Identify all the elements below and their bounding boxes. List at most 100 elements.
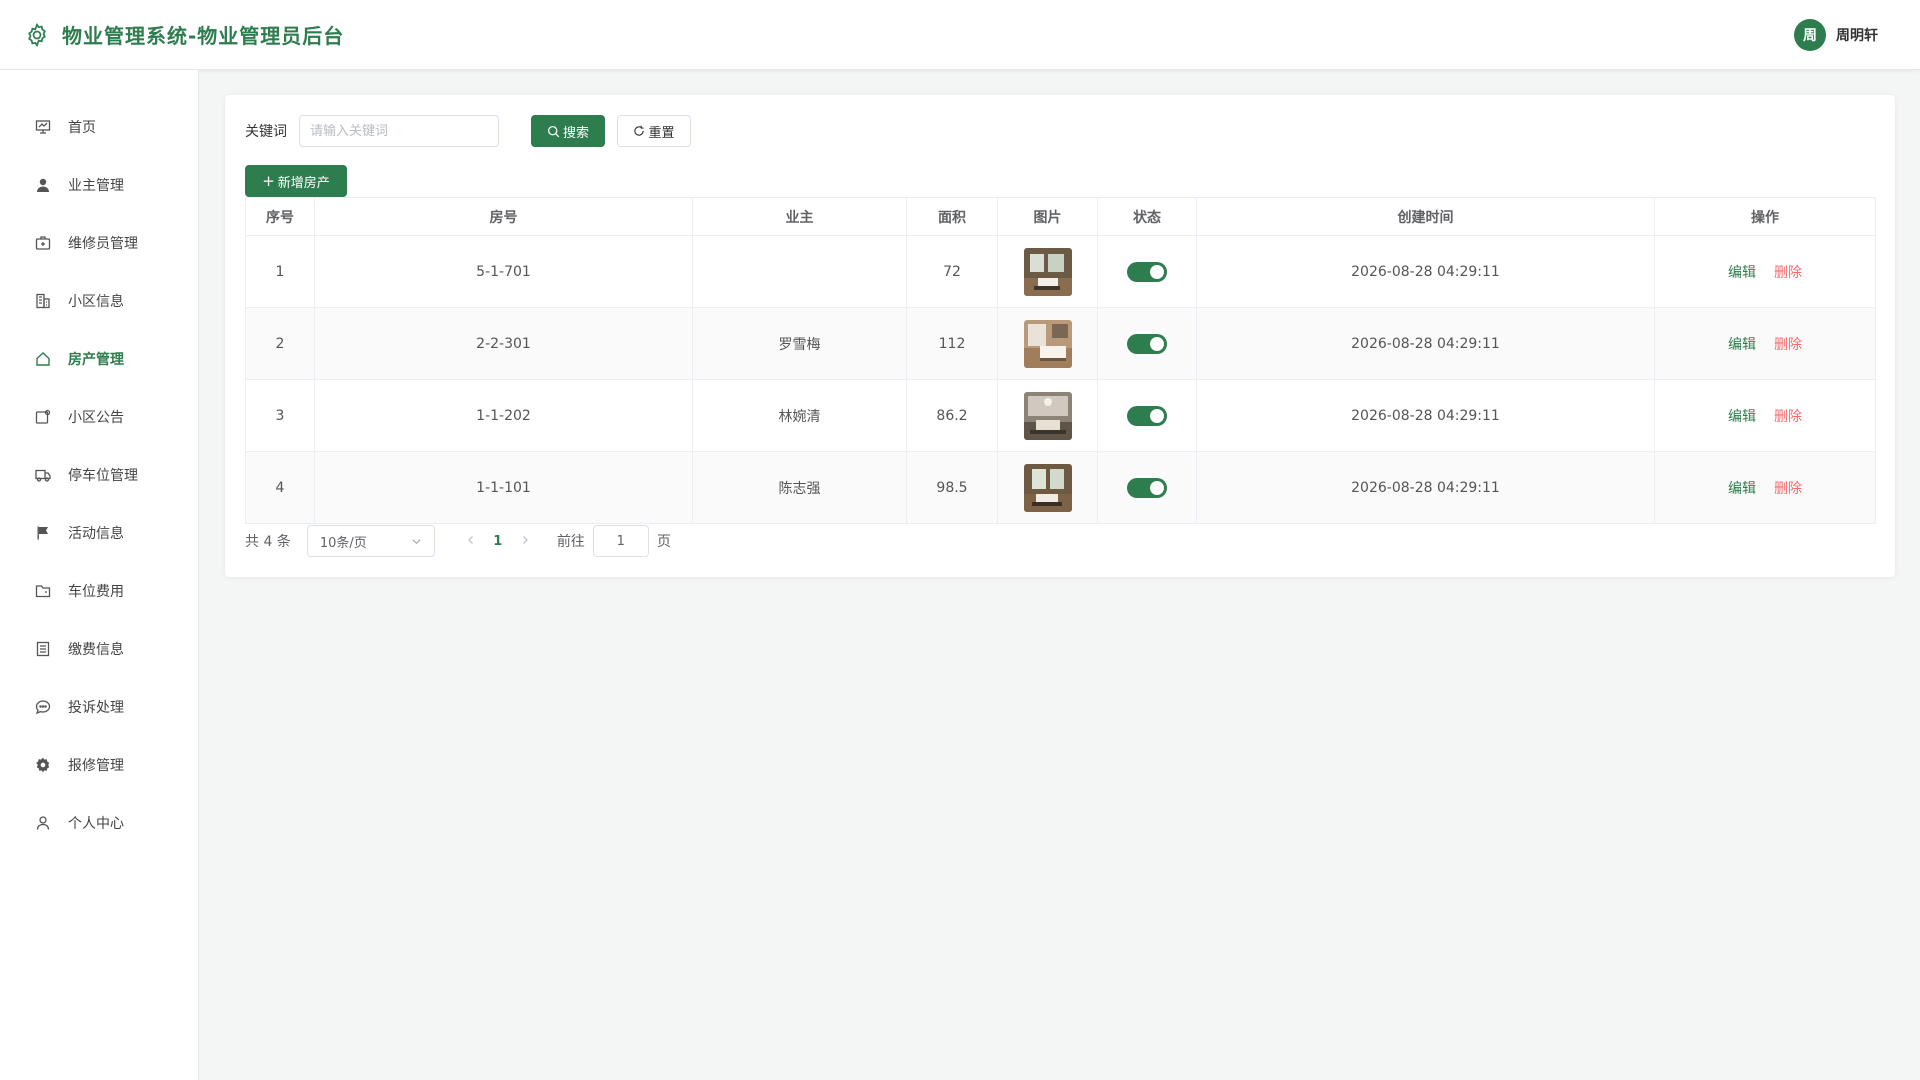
cell-image (997, 307, 1098, 380)
cell-area: 72 (906, 235, 998, 308)
toggle-knob (1150, 408, 1164, 423)
sidebar-item-payment[interactable]: 缴费信息 (0, 620, 198, 678)
sidebar-item-home[interactable]: 首页 (0, 98, 198, 156)
reset-button-label: 重置 (648, 125, 675, 141)
sidebar-item-complaint[interactable]: 投诉处理 (0, 678, 198, 736)
goto-page-input[interactable] (592, 525, 649, 557)
delete-link[interactable]: 删除 (1774, 337, 1802, 353)
edit-link[interactable]: 编辑 (1728, 337, 1756, 353)
user-name[interactable]: 周明轩 (1836, 25, 1878, 45)
avatar[interactable]: 周 (1794, 18, 1826, 51)
page-number[interactable]: 1 (487, 534, 509, 549)
search-button[interactable]: 搜索 (531, 115, 605, 147)
reset-button[interactable]: 重置 (617, 115, 691, 147)
cell-owner: 罗雪梅 (692, 307, 907, 380)
cell-room: 1-1-101 (314, 451, 693, 524)
status-toggle[interactable] (1127, 261, 1167, 282)
cell-index: 3 (245, 379, 315, 452)
sidebar-item-repairmen[interactable]: 维修员管理 (0, 214, 198, 272)
page-size-value: 10条/页 (319, 535, 367, 551)
document-icon (34, 640, 52, 658)
sidebar-item-label: 首页 (68, 120, 96, 136)
sidebar-item-label: 车位费用 (68, 584, 124, 600)
medkit-icon (34, 234, 52, 252)
column-header-created: 创建时间 (1196, 197, 1655, 236)
column-header-index: 序号 (245, 197, 315, 236)
sidebar-item-community[interactable]: 小区信息 (0, 272, 198, 330)
sidebar-item-activity[interactable]: 活动信息 (0, 504, 198, 562)
truck-icon (34, 466, 52, 484)
refresh-icon (633, 125, 645, 137)
cell-room: 2-2-301 (314, 307, 693, 380)
cell-status (1097, 307, 1197, 380)
cell-index: 4 (245, 451, 315, 524)
cell-status (1097, 379, 1197, 452)
status-toggle[interactable] (1127, 477, 1167, 498)
sidebar-item-parking[interactable]: 停车位管理 (0, 446, 198, 504)
table-row: 2 2-2-301 罗雪梅 112 2026-08-28 04:29:11 编辑… (245, 307, 1876, 380)
sidebar-item-repair[interactable]: 报修管理 (0, 736, 198, 794)
page-size-select[interactable]: 10条/页 (306, 525, 435, 557)
search-icon (547, 125, 560, 138)
brand: 物业管理系统-物业管理员后台 (24, 20, 344, 49)
property-thumbnail[interactable] (1023, 463, 1072, 512)
user-menu[interactable]: 周 周明轩 (1794, 18, 1878, 51)
goto-label: 前往 (556, 534, 585, 550)
cell-actions: 编辑 删除 (1654, 235, 1876, 308)
page-suffix: 页 (656, 534, 671, 550)
sidebar-item-label: 业主管理 (68, 178, 124, 194)
sidebar-item-parking-fee[interactable]: 车位费用 (0, 562, 198, 620)
cell-status (1097, 235, 1197, 308)
cell-created: 2026-08-28 04:29:11 (1196, 235, 1655, 308)
table-header-row: 序号 房号 业主 面积 图片 状态 创建时间 操作 (245, 197, 1876, 236)
building-icon (34, 292, 52, 310)
content-card: 关键词 搜索 重置 + 新增房产 序号 房号 (225, 95, 1895, 577)
edit-link[interactable]: 编辑 (1728, 409, 1756, 425)
property-thumbnail[interactable] (1023, 391, 1072, 440)
edit-link[interactable]: 编辑 (1728, 481, 1756, 497)
column-header-actions: 操作 (1654, 197, 1876, 236)
table-row: 4 1-1-101 陈志强 98.5 2026-08-28 04:29:11 编… (245, 451, 1876, 524)
chevron-right-icon (522, 536, 528, 544)
delete-link[interactable]: 删除 (1774, 481, 1802, 497)
property-thumbnail[interactable] (1023, 319, 1072, 368)
delete-link[interactable]: 删除 (1774, 409, 1802, 425)
sidebar-item-property[interactable]: 房产管理 (0, 330, 198, 388)
cell-created: 2026-08-28 04:29:11 (1196, 451, 1655, 524)
cell-image (997, 235, 1098, 308)
top-header: 物业管理系统-物业管理员后台 周 周明轩 (0, 0, 1920, 70)
add-property-button[interactable]: + 新增房产 (245, 165, 347, 197)
search-input[interactable] (299, 115, 499, 147)
prev-page-button[interactable] (455, 533, 487, 549)
sidebar-item-label: 个人中心 (68, 816, 124, 832)
toggle-knob (1150, 264, 1164, 279)
sidebar-item-owners[interactable]: 业主管理 (0, 156, 198, 214)
next-page-button[interactable] (509, 533, 541, 549)
flag-icon (34, 524, 52, 542)
status-toggle[interactable] (1127, 405, 1167, 426)
column-header-room: 房号 (314, 197, 693, 236)
property-thumbnail[interactable] (1023, 247, 1072, 296)
gear-icon (24, 22, 50, 48)
cell-index: 1 (245, 235, 315, 308)
cell-created: 2026-08-28 04:29:11 (1196, 307, 1655, 380)
sidebar-item-notice[interactable]: 小区公告 (0, 388, 198, 446)
chevron-down-icon (411, 536, 422, 547)
cell-area: 112 (906, 307, 998, 380)
plus-icon: + (262, 171, 275, 190)
app-title: 物业管理系统-物业管理员后台 (62, 24, 345, 48)
status-toggle[interactable] (1127, 333, 1167, 354)
dashboard-icon (34, 118, 52, 136)
sidebar-item-label: 停车位管理 (68, 468, 138, 484)
search-label: 关键词 (245, 124, 287, 140)
pagination: 共 4 条 10条/页 1 前往 页 (245, 525, 671, 557)
chevron-left-icon (467, 536, 473, 544)
table-row: 1 5-1-701 72 2026-08-28 04:29:11 编辑 删除 (245, 235, 1876, 308)
cell-owner (692, 235, 907, 308)
sidebar-item-label: 投诉处理 (68, 700, 124, 716)
toggle-knob (1150, 336, 1164, 351)
edit-link[interactable]: 编辑 (1728, 265, 1756, 281)
sidebar-item-label: 维修员管理 (68, 236, 138, 252)
delete-link[interactable]: 删除 (1774, 265, 1802, 281)
sidebar-item-profile[interactable]: 个人中心 (0, 794, 198, 852)
